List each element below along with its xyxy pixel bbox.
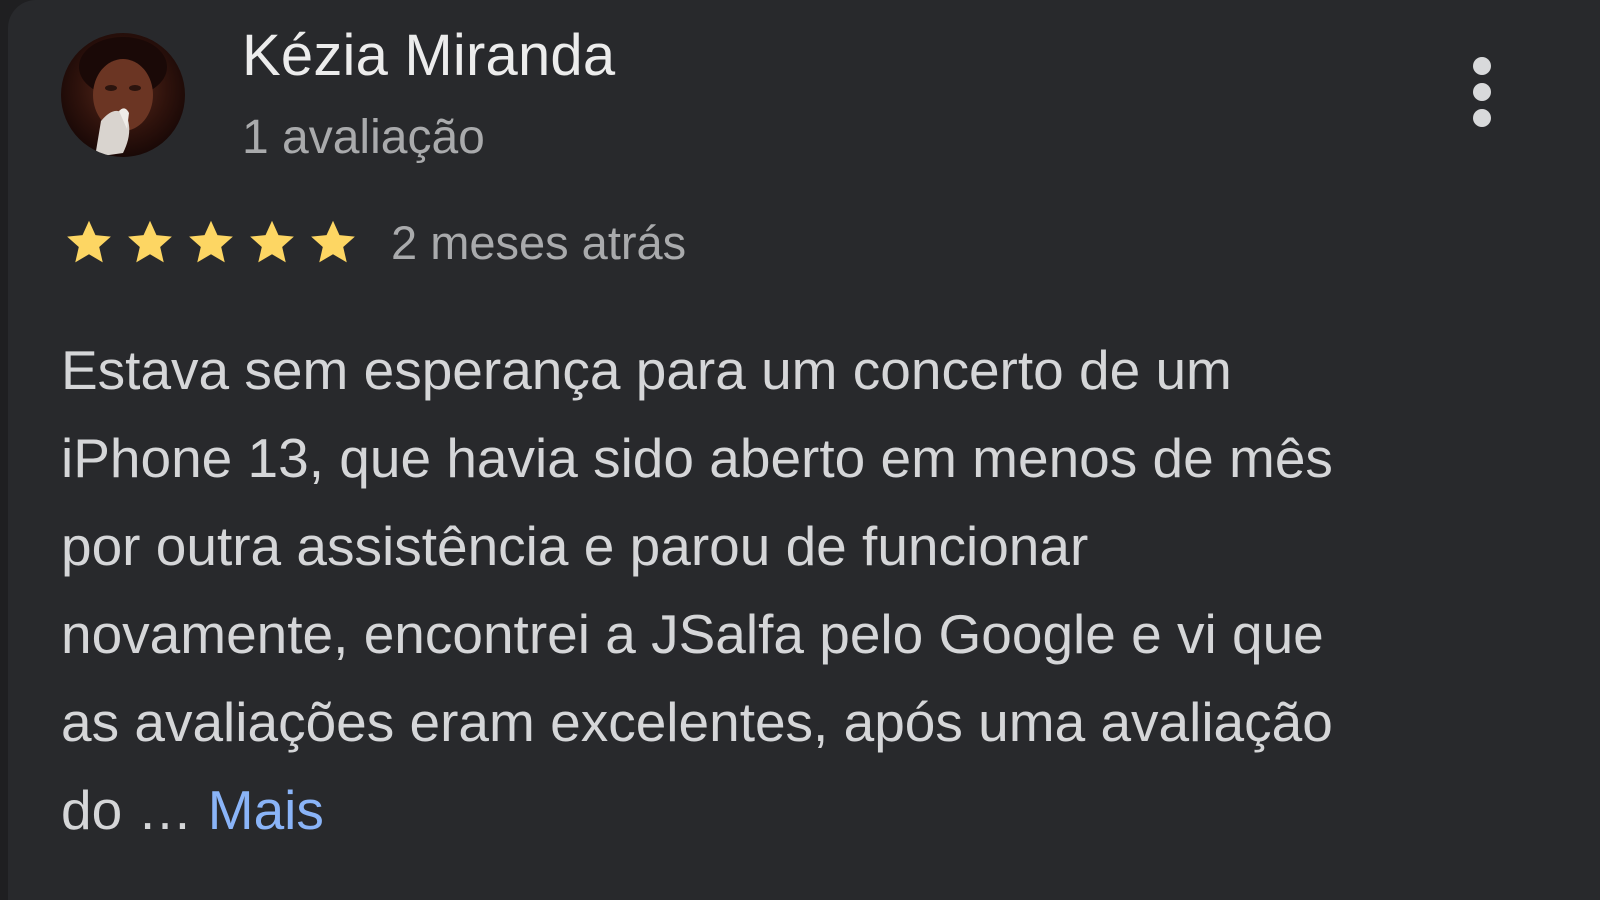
avatar[interactable]: [61, 33, 185, 157]
avatar-image: [61, 33, 185, 157]
review-text-truncated: do …: [61, 779, 193, 841]
rating-row: 2 meses atrás: [64, 210, 686, 274]
review-text-line: novamente, encontrei a JSalfa pelo Googl…: [61, 603, 1324, 665]
more-options-button[interactable]: [1464, 54, 1500, 134]
review-text-line: as avaliações eram excelentes, após uma …: [61, 691, 1333, 753]
star-icon: [186, 217, 236, 267]
more-vert-icon: [1473, 57, 1491, 127]
review-text-line: por outra assistência e parou de funcion…: [61, 515, 1089, 577]
star-rating: [64, 217, 369, 267]
star-icon: [125, 217, 175, 267]
star-icon: [308, 217, 358, 267]
review-time: 2 meses atrás: [391, 215, 687, 269]
author-name[interactable]: Kézia Miranda: [242, 22, 615, 89]
review-text-last-line: do … Mais: [61, 766, 1571, 854]
more-link[interactable]: Mais: [208, 779, 324, 841]
review-text-line: iPhone 13, que havia sido aberto em meno…: [61, 427, 1333, 489]
star-icon: [247, 217, 297, 267]
review-card: Kézia Miranda 1 avaliação 2 meses atrás …: [8, 0, 1600, 900]
review-text-line: Estava sem esperança para um concerto de…: [61, 339, 1232, 401]
star-icon: [64, 217, 114, 267]
author-review-count: 1 avaliação: [242, 111, 485, 164]
review-text: Estava sem esperança para um concerto de…: [61, 326, 1571, 854]
